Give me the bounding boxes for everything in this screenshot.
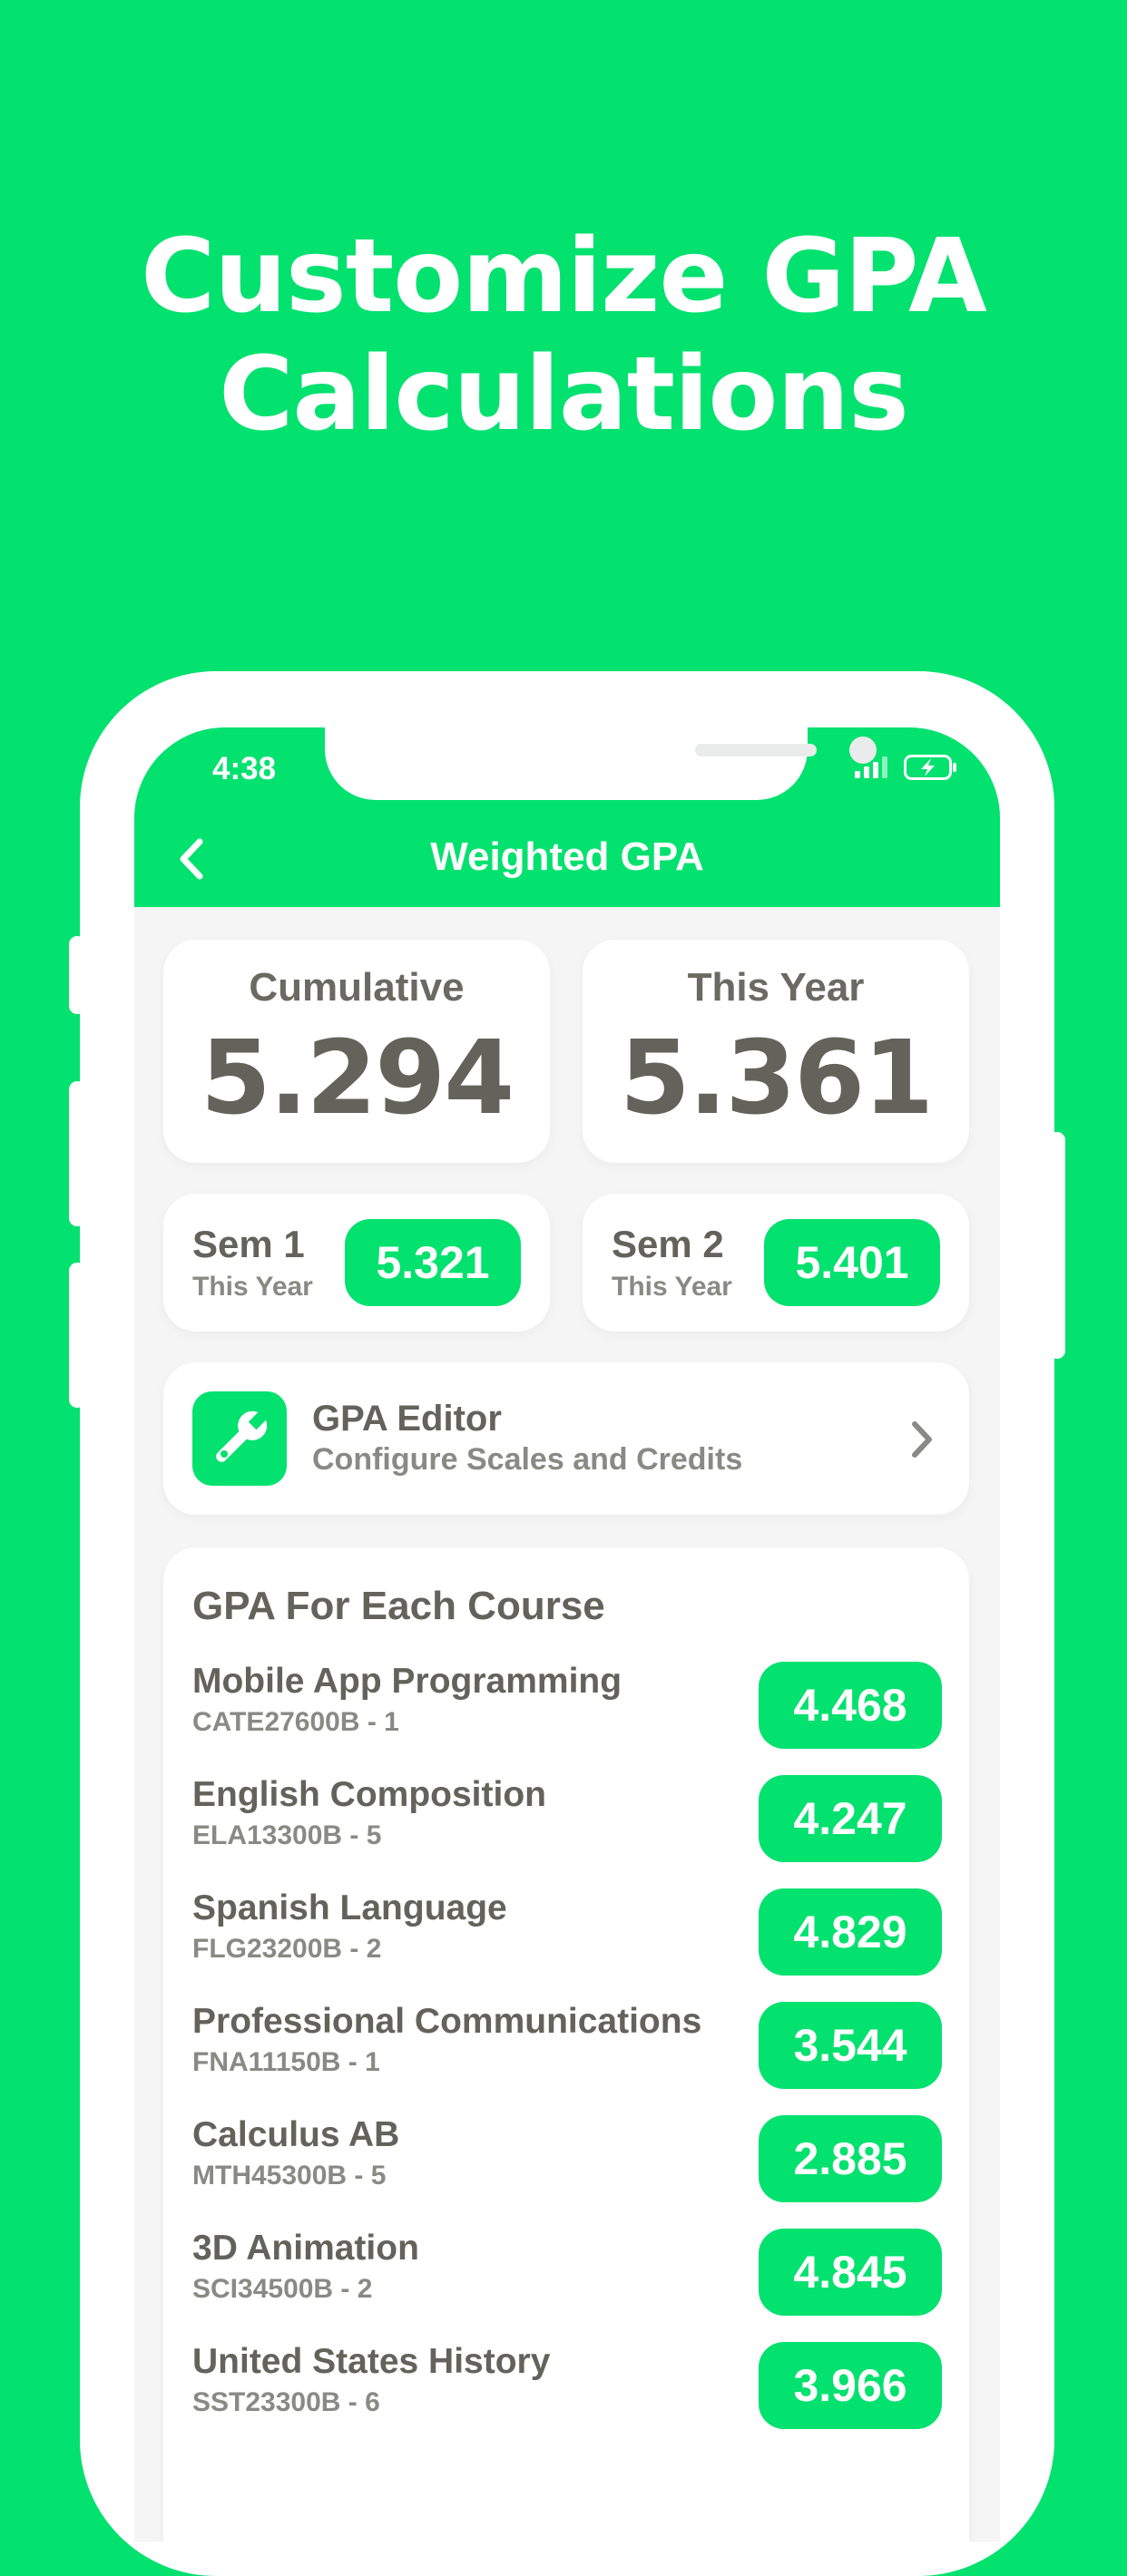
- course-name: United States History: [192, 2342, 551, 2381]
- headline-line-2: Calculations: [219, 336, 909, 454]
- semester-1-gpa-badge: 5.321: [345, 1219, 521, 1306]
- this-year-gpa-card[interactable]: This Year 5.361: [583, 940, 969, 1163]
- phone-side-button-volume-down: [69, 1263, 85, 1408]
- marketing-headline: Customize GPA Calculations: [0, 218, 1127, 454]
- course-code: CATE27600B - 1: [192, 1707, 399, 1737]
- status-time: 4:38: [212, 751, 277, 786]
- course-row[interactable]: Calculus AB MTH45300B - 5 2.885: [163, 2115, 971, 2215]
- gpa-editor-row[interactable]: GPA Editor Configure Scales and Credits: [163, 1362, 969, 1515]
- section-title: GPA For Each Course: [192, 1584, 605, 1628]
- course-name: Professional Communications: [192, 2002, 702, 2041]
- page-title: Weighted GPA: [430, 834, 704, 879]
- semester-1-sub: This Year: [192, 1272, 313, 1302]
- course-code: ELA13300B - 5: [192, 1820, 382, 1850]
- course-gpa-badge: 2.885: [759, 2115, 942, 2202]
- course-row[interactable]: Professional Communications FNA11150B - …: [163, 2002, 971, 2102]
- phone-side-button-power: [1049, 1132, 1065, 1359]
- cellular-signal-icon: [855, 756, 887, 778]
- phone-notch: [325, 727, 877, 800]
- course-code: SST23300B - 6: [192, 2387, 380, 2417]
- gpa-editor-title: GPA Editor: [312, 1399, 502, 1439]
- course-row[interactable]: Mobile App Programming CATE27600B - 1 4.…: [163, 1662, 971, 1761]
- status-icons: [855, 755, 958, 780]
- course-gpa-badge: 3.966: [759, 2342, 942, 2429]
- course-name: Mobile App Programming: [192, 1662, 622, 1701]
- course-code: FNA11150B - 1: [192, 2047, 380, 2077]
- this-year-label: This Year: [687, 965, 865, 1010]
- cumulative-gpa-card[interactable]: Cumulative 5.294: [163, 940, 550, 1163]
- headline-line-1: Customize GPA: [141, 218, 987, 336]
- phone-screen: 4:38 Weighted GPA Cumulative 5.294 This …: [134, 727, 1000, 2542]
- course-name: Calculus AB: [192, 2115, 400, 2154]
- gpa-editor-subtitle: Configure Scales and Credits: [312, 1442, 743, 1477]
- course-code: FLG23200B - 2: [192, 1934, 382, 1964]
- navigation-bar: 4:38 Weighted GPA: [134, 727, 1000, 907]
- course-gpa-badge: 3.544: [759, 2002, 942, 2089]
- chevron-right-icon: [912, 1421, 932, 1458]
- semester-2-sub: This Year: [612, 1272, 732, 1302]
- speaker-grille: [695, 744, 817, 756]
- course-gpa-badge: 4.845: [759, 2229, 942, 2316]
- course-code: MTH45300B - 5: [192, 2161, 387, 2191]
- course-row[interactable]: English Composition ELA13300B - 5 4.247: [163, 1775, 971, 1875]
- course-code: SCI34500B - 2: [192, 2274, 373, 2304]
- course-name: English Composition: [192, 1775, 546, 1814]
- battery-charging-icon: [904, 755, 956, 780]
- course-row[interactable]: Spanish Language FLG23200B - 2 4.829: [163, 1888, 971, 1988]
- semester-2-card[interactable]: Sem 2 This Year 5.401: [583, 1194, 969, 1332]
- phone-side-button-volume-up: [69, 1081, 85, 1226]
- course-name: Spanish Language: [192, 1888, 507, 1927]
- semester-2-gpa-badge: 5.401: [764, 1219, 940, 1306]
- wrench-icon: [192, 1391, 287, 1486]
- course-gpa-badge: 4.468: [759, 1662, 942, 1749]
- semester-1-label: Sem 1: [192, 1223, 305, 1265]
- cumulative-label: Cumulative: [249, 965, 465, 1010]
- course-gpa-badge: 4.247: [759, 1775, 942, 1862]
- course-gpa-section: GPA For Each Course Mobile App Programmi…: [163, 1547, 969, 2542]
- semester-1-card[interactable]: Sem 1 This Year 5.321: [163, 1194, 550, 1332]
- course-name: 3D Animation: [192, 2229, 419, 2268]
- phone-side-button-mute: [69, 936, 85, 1014]
- this-year-value: 5.361: [619, 1020, 934, 1137]
- course-gpa-badge: 4.829: [759, 1888, 942, 1976]
- cumulative-value: 5.294: [200, 1020, 514, 1137]
- semester-2-label: Sem 2: [612, 1223, 724, 1265]
- course-row[interactable]: 3D Animation SCI34500B - 2 4.845: [163, 2229, 971, 2328]
- course-row[interactable]: United States History SST23300B - 6 3.96…: [163, 2342, 971, 2442]
